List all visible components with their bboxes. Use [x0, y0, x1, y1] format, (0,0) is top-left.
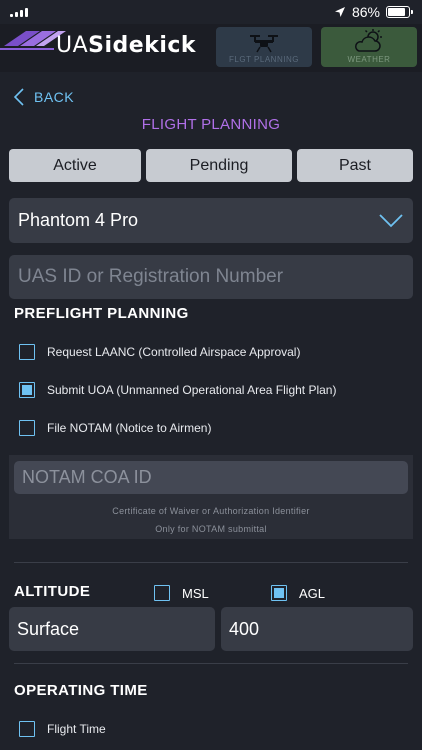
- operating-time-heading: OPERATING TIME: [14, 682, 148, 699]
- weather-label: WEATHER: [347, 55, 391, 64]
- laanc-option[interactable]: Request LAANC (Controlled Airspace Appro…: [19, 344, 300, 360]
- notam-help-note: Only for NOTAM submittal: [155, 524, 267, 534]
- page-title: FLIGHT PLANNING: [141, 116, 281, 133]
- status-tabs: Active Pending Past: [9, 149, 413, 182]
- altitude-max-field[interactable]: 400: [221, 607, 413, 651]
- battery-icon: [386, 6, 413, 18]
- flight-time-option[interactable]: Flight Time: [19, 721, 106, 737]
- notam-option[interactable]: File NOTAM (Notice to Airmen): [19, 420, 211, 436]
- msl-label: MSL: [182, 585, 209, 601]
- app-bar: UASidekick FLGT PLANNING WEATHER: [0, 24, 422, 72]
- tab-active[interactable]: Active: [9, 149, 141, 182]
- flight-time-checkbox[interactable]: [19, 721, 35, 737]
- altitude-max-value: 400: [229, 618, 260, 639]
- altitude-min-field[interactable]: Surface: [9, 607, 215, 651]
- tab-pending[interactable]: Pending: [146, 149, 292, 182]
- msl-checkbox[interactable]: [154, 585, 170, 601]
- battery-percent: 86%: [351, 4, 380, 20]
- divider: [14, 562, 408, 563]
- chevron-left-icon: [14, 88, 24, 106]
- msl-option[interactable]: MSL: [154, 585, 209, 601]
- location-arrow-icon: [334, 7, 345, 17]
- laanc-label: Request LAANC (Controlled Airspace Appro…: [47, 345, 301, 359]
- drone-icon: [250, 35, 278, 53]
- app-logo-text: UASidekick: [56, 33, 197, 58]
- notam-checkbox[interactable]: [19, 420, 35, 436]
- back-label: BACK: [34, 89, 75, 105]
- flight-planning-button[interactable]: FLGT PLANNING: [216, 27, 312, 67]
- altitude-min-value: Surface: [17, 618, 80, 639]
- signal-icon: [10, 7, 28, 17]
- notam-label: File NOTAM (Notice to Airmen): [47, 421, 212, 435]
- uas-id-input[interactable]: [9, 255, 413, 299]
- divider: [14, 663, 408, 664]
- aircraft-select-value: Phantom 4 Pro: [18, 210, 139, 230]
- laanc-checkbox[interactable]: [19, 344, 35, 360]
- agl-option[interactable]: AGL: [271, 585, 325, 601]
- flight-time-label: Flight Time: [47, 722, 106, 736]
- agl-checkbox[interactable]: [271, 585, 287, 601]
- aircraft-select[interactable]: Phantom 4 Pro: [9, 198, 413, 243]
- uoa-label: Submit UOA (Unmanned Operational Area Fl…: [47, 383, 337, 397]
- preflight-planning-heading: PREFLIGHT PLANNING: [14, 305, 189, 322]
- altitude-heading: ALTITUDE: [14, 583, 91, 600]
- weather-cloud-sun-icon: [355, 29, 382, 52]
- tab-past[interactable]: Past: [297, 149, 413, 182]
- uoa-option[interactable]: Submit UOA (Unmanned Operational Area Fl…: [19, 382, 336, 398]
- uoa-checkbox[interactable]: [19, 382, 35, 398]
- notam-panel: Certificate of Waiver or Authorization I…: [9, 455, 413, 539]
- back-button[interactable]: BACK: [14, 88, 74, 106]
- weather-button[interactable]: WEATHER: [321, 27, 417, 67]
- status-bar: 86%: [0, 0, 422, 24]
- chevron-down-icon: [379, 213, 403, 227]
- flight-planning-label: FLGT PLANNING: [229, 55, 299, 64]
- agl-label: AGL: [299, 585, 326, 601]
- notam-coa-id-input[interactable]: [14, 461, 408, 494]
- notam-help-text: Certificate of Waiver or Authorization I…: [112, 506, 310, 516]
